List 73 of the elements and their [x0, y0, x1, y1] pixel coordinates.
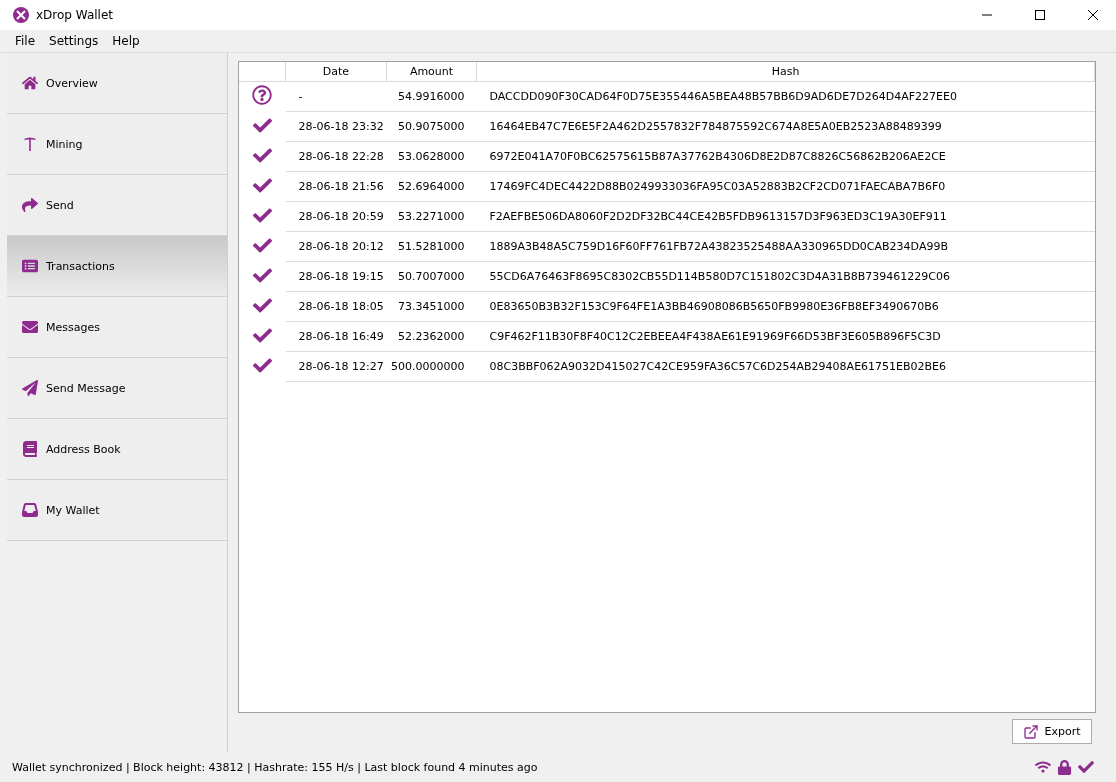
table-cell: 1889A3B48A5C759D16F60FF761FB72A43823525488AA330965DD0CAB234DA99B	[476, 231, 1095, 262]
column-header[interactable]: Date	[285, 62, 387, 82]
app-logo-icon	[13, 7, 29, 23]
table-cell: 16464EB47C7E6E5F2A462D2557832F784875592C674A8E5A0EB2523A88489399	[476, 111, 1095, 142]
table-cell: 0E83650B3B32F153C9F64FE1A3BB46908086B5650FB9980E36FB8EF3490670B6	[476, 291, 1095, 322]
sidebar-item-label: Overview	[46, 76, 98, 90]
sidebar-item-label: My Wallet	[46, 503, 100, 517]
status-text: Wallet synchronized | Block height: 43812 | Hashrate: 155 H/s | Last block found 4 minutes ago	[12, 760, 539, 774]
pickaxe-icon	[22, 136, 38, 152]
table-cell: 55CD6A76463F8695C8302CB55D114B580D7C151802C3D4A31B8B739461229C06	[476, 261, 1095, 292]
table-cell: 52.2362000	[386, 321, 477, 352]
table-cell: F2AEFBE506DA8060F2D2DF32BC44CE42B5FDB9613157D3F963ED3C19A30EF911	[476, 201, 1095, 232]
check-icon	[252, 175, 272, 195]
table-cell: 53.2271000	[386, 201, 477, 232]
sidebar-item-label: Transactions	[46, 259, 115, 273]
question-icon	[252, 85, 273, 106]
table-cell: 73.3451000	[386, 291, 477, 322]
menu-item[interactable]: Help	[105, 34, 147, 48]
check-icon	[252, 145, 272, 165]
export-icon	[1023, 723, 1040, 740]
home-icon	[22, 75, 38, 91]
table-cell: 500.0000000	[386, 351, 477, 382]
check-icon	[252, 295, 272, 315]
sidebar-item[interactable]: Transactions	[7, 236, 227, 297]
check-icon	[252, 115, 272, 135]
share-arrow-icon	[22, 197, 38, 213]
column-header[interactable]: Hash	[476, 62, 1095, 82]
maximize-icon	[1035, 10, 1045, 20]
table-cell: 28-06-18 19:15	[285, 261, 387, 292]
column-header[interactable]: Amount	[386, 62, 477, 82]
table-cell: 54.9916000	[386, 81, 477, 112]
paper-plane-icon	[22, 380, 38, 396]
table-cell: 28-06-18 23:32	[285, 111, 387, 142]
table-cell: DACCDD090F30CAD64F0D75E355446A5BEA48B57BB6D9AD6DE7D264D4AF227EE0	[476, 81, 1095, 112]
window-title: xDrop Wallet	[36, 8, 114, 22]
table-cell: 28-06-18 12:27	[285, 351, 387, 382]
table-cell: 52.6964000	[386, 171, 477, 202]
table-cell: 28-06-18 20:59	[285, 201, 387, 232]
sidebar-item-label: Address Book	[46, 442, 121, 456]
table-cell: 08C3BBF062A9032D415027C42CE959FA36C57C6D254AB29408AE61751EB02BE6	[476, 351, 1095, 382]
table-cell: 50.9075000	[386, 111, 477, 142]
sidebar-item-label: Messages	[46, 320, 100, 334]
sidebar-item-label: Mining	[46, 137, 83, 151]
sidebar-item-label: Send Message	[46, 381, 126, 395]
check-icon	[252, 355, 272, 375]
table-cell: 53.0628000	[386, 141, 477, 172]
table-cell: 6972E041A70F0BC62575615B87A37762B4306D8E2D87C8826C56862B206AE2CE	[476, 141, 1095, 172]
menu-item[interactable]: Settings	[42, 34, 106, 48]
check-icon	[252, 235, 272, 255]
check-icon	[252, 265, 272, 285]
check-icon	[1078, 759, 1094, 775]
table-cell: 51.5281000	[386, 231, 477, 262]
check-icon	[252, 205, 272, 225]
export-button[interactable]: Export	[1012, 719, 1092, 744]
table-cell: 28-06-18 20:12	[285, 231, 387, 262]
sidebar-item-label: Send	[46, 198, 74, 212]
wifi-icon	[1035, 759, 1051, 775]
close-icon	[1088, 10, 1098, 20]
lock-icon	[1057, 759, 1072, 775]
table-cell: 50.7007000	[386, 261, 477, 292]
list-icon	[22, 258, 38, 274]
book-icon	[22, 441, 38, 457]
envelope-icon	[22, 319, 38, 335]
table-cell: -	[285, 81, 387, 112]
inbox-icon	[22, 502, 38, 518]
menu-item[interactable]: File	[8, 34, 43, 48]
table-cell: 28-06-18 16:49	[285, 321, 387, 352]
table-cell: 28-06-18 18:05	[285, 291, 387, 322]
table-cell: C9F462F11B30F8F40C12C2EBEEA4F438AE61E91969F66D53BF3E605B896F5C3D	[476, 321, 1095, 352]
table-cell: 28-06-18 22:28	[285, 141, 387, 172]
table-cell: 17469FC4DEC4422D88B0249933036FA95C03A52883B2CF2CD071FAECABA7B6F0	[476, 171, 1095, 202]
table-cell: 28-06-18 21:56	[285, 171, 387, 202]
check-icon	[252, 325, 272, 345]
